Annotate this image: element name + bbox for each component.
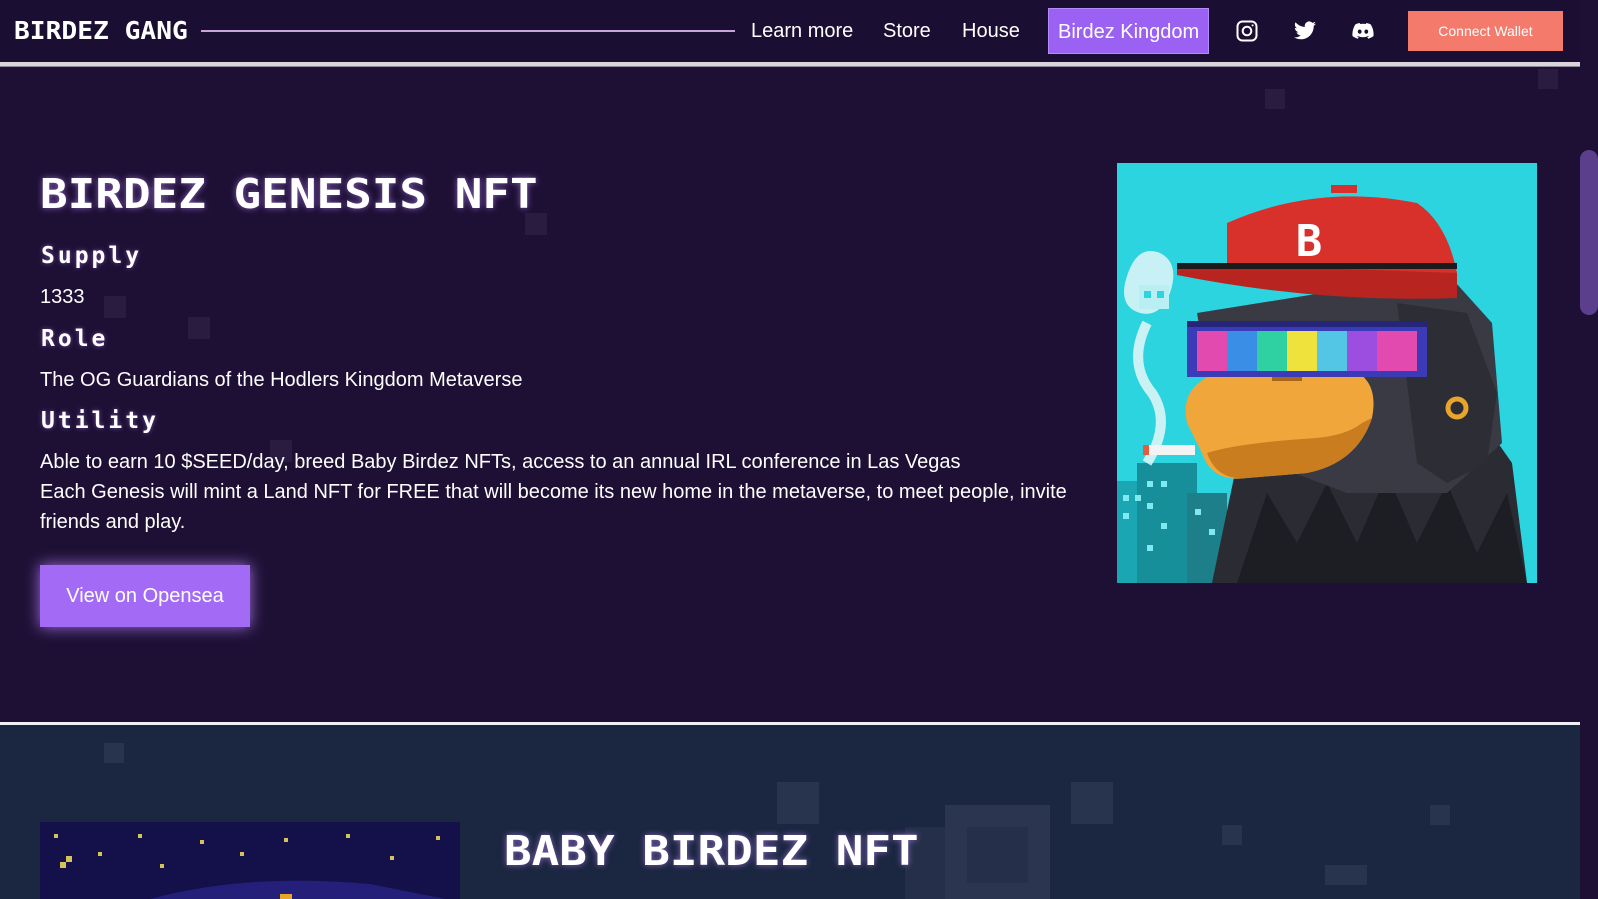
cap-letter: B (1296, 216, 1323, 267)
decorative-pixel (1430, 805, 1450, 825)
eagle-pixel-art: B (1117, 163, 1537, 583)
page-scrollbar-track[interactable] (1580, 0, 1598, 899)
genesis-nft-image: B (1117, 163, 1537, 583)
decorative-pixel (1222, 825, 1242, 845)
decorative-pixel (1071, 782, 1113, 824)
utility-label: Utility (41, 408, 159, 434)
nav-link-birdez-kingdom[interactable]: Birdez Kingdom (1048, 8, 1210, 54)
decorative-pixel (104, 743, 124, 763)
nav-link-store[interactable]: Store (883, 18, 931, 44)
supply-label: Supply (41, 243, 143, 269)
decorative-pixel (1265, 89, 1285, 109)
supply-value: 1333 (40, 286, 85, 308)
utility-text-line-2: Each Genesis will mint a Land NFT for FR… (40, 481, 1067, 533)
connect-wallet-button[interactable]: Connect Wallet (1408, 11, 1563, 51)
utility-text-line-1: Able to earn 10 $SEED/day, breed Baby Bi… (40, 451, 961, 473)
twitter-icon[interactable] (1293, 19, 1317, 43)
role-value: The OG Guardians of the Hodlers Kingdom … (40, 369, 523, 391)
instagram-icon[interactable] (1235, 19, 1259, 43)
discord-icon[interactable] (1351, 19, 1375, 43)
decorative-pixel (104, 296, 126, 318)
role-label: Role (41, 326, 109, 352)
decorative-pixel (188, 317, 210, 339)
nav-link-house[interactable]: House (962, 18, 1020, 44)
baby-nft-image (40, 822, 460, 899)
view-on-opensea-button[interactable]: View on Opensea (40, 565, 250, 627)
baby-birdez-section: BABY BIRDEZ NFT (0, 725, 1580, 899)
nav-link-learn-more[interactable]: Learn more (751, 18, 853, 44)
site-logo[interactable]: BIRDEZ GANG (14, 17, 188, 45)
decorative-pixel (1325, 865, 1367, 885)
decorative-pixel (777, 782, 819, 824)
decorative-pixel (1538, 69, 1558, 89)
genesis-nft-section: BIRDEZ GENESIS NFT Supply 1333 Role The … (0, 67, 1580, 722)
night-sky-pixel-art (40, 822, 460, 899)
baby-birdez-title: BABY BIRDEZ NFT (504, 827, 919, 875)
genesis-title: BIRDEZ GENESIS NFT (40, 170, 538, 218)
navbar: BIRDEZ GANG Learn more Store House Birde… (0, 0, 1580, 62)
nav-divider-line (201, 30, 735, 32)
decorative-pixel (945, 805, 1050, 899)
page-scrollbar-thumb[interactable] (1580, 150, 1598, 315)
